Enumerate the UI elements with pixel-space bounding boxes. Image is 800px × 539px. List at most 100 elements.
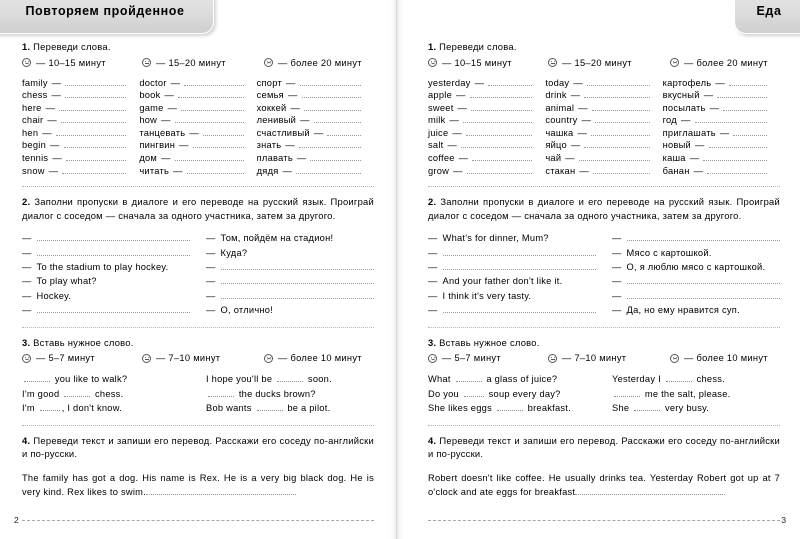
answer-blank[interactable] xyxy=(626,277,780,285)
answer-blank[interactable] xyxy=(442,306,596,314)
answer-writing-line[interactable] xyxy=(22,509,374,522)
smiley-happy-icon xyxy=(428,353,437,363)
answer-blank[interactable] xyxy=(299,79,361,86)
answer-blank[interactable] xyxy=(301,91,361,99)
answer-blank[interactable] xyxy=(36,234,190,242)
answer-blank[interactable] xyxy=(469,91,533,99)
answer-blank[interactable] xyxy=(463,116,533,124)
answer-blank[interactable] xyxy=(174,116,244,124)
answer-blank[interactable] xyxy=(327,129,361,136)
page-header: Повторяем пройденное xyxy=(0,0,396,40)
answer-blank[interactable] xyxy=(575,488,726,496)
fill-in-sentence: Do you soup every day? xyxy=(428,387,596,402)
answer-gap[interactable] xyxy=(455,375,482,383)
answer-blank[interactable] xyxy=(174,154,244,162)
answer-blank[interactable] xyxy=(626,292,780,299)
dash-separator: — xyxy=(313,127,324,138)
answer-gap[interactable] xyxy=(64,390,91,397)
answer-blank[interactable] xyxy=(591,104,650,111)
answer-blank[interactable] xyxy=(465,129,533,136)
dialogue-line: — Мясо с картошкой. xyxy=(612,246,780,260)
answer-blank[interactable] xyxy=(584,91,650,99)
answer-blank[interactable] xyxy=(313,116,361,124)
answer-blank[interactable] xyxy=(708,141,767,149)
answer-blank[interactable] xyxy=(65,154,127,162)
answer-blank[interactable] xyxy=(65,79,127,86)
answer-blank[interactable] xyxy=(578,154,650,162)
answer-blank[interactable] xyxy=(488,79,533,86)
answer-blank[interactable] xyxy=(717,91,767,99)
answer-blank[interactable] xyxy=(461,141,533,149)
word-term: book xyxy=(139,90,161,101)
answer-gap[interactable] xyxy=(614,390,640,397)
sentence-text: soon. xyxy=(305,374,332,385)
answer-blank[interactable] xyxy=(586,79,650,86)
legend-item: — более 20 минут xyxy=(670,58,768,68)
answer-blank[interactable] xyxy=(184,79,244,86)
word-row: ленивый — xyxy=(257,114,374,127)
answer-blank[interactable] xyxy=(591,129,650,136)
answer-blank[interactable] xyxy=(146,488,297,496)
answer-blank[interactable] xyxy=(60,116,127,124)
word-row: танцевать — xyxy=(139,127,256,140)
answer-blank[interactable] xyxy=(703,154,767,162)
answer-blank[interactable] xyxy=(707,167,767,174)
answer-blank[interactable] xyxy=(472,154,533,162)
answer-blank[interactable] xyxy=(186,167,244,174)
answer-blank[interactable] xyxy=(192,141,244,149)
answer-writing-line[interactable] xyxy=(428,509,780,522)
page-number: 2 xyxy=(14,515,19,525)
answer-gap[interactable] xyxy=(256,404,283,412)
answer-blank[interactable] xyxy=(694,116,767,124)
answer-blank[interactable] xyxy=(592,167,650,174)
answer-gap[interactable] xyxy=(665,375,692,383)
answer-blank[interactable] xyxy=(723,104,767,111)
task-3: 3. Вставь нужное слово. — 5–7 минут — 7–10… xyxy=(22,336,374,416)
answer-blank[interactable] xyxy=(471,104,533,111)
answer-gap[interactable] xyxy=(634,404,661,412)
answer-blank[interactable] xyxy=(442,263,596,271)
answer-blank[interactable] xyxy=(55,129,127,136)
answer-blank[interactable] xyxy=(36,249,190,256)
fill-in-column-right: I hope you'll be soon. the ducks brown? B… xyxy=(206,372,374,416)
task-heading: 3. Вставь нужное слово. xyxy=(428,336,780,350)
answer-blank[interactable] xyxy=(202,129,244,136)
answer-blank[interactable] xyxy=(59,104,127,111)
answer-blank[interactable] xyxy=(178,91,244,99)
answer-gap[interactable] xyxy=(496,404,523,412)
answer-blank[interactable] xyxy=(220,277,374,285)
answer-gap[interactable] xyxy=(39,404,60,412)
dash-separator: — xyxy=(428,262,438,273)
answer-blank[interactable] xyxy=(733,129,767,136)
word-column: yesterday — apple — sweet — milk — juice — salt — co… xyxy=(428,77,545,178)
answer-blank[interactable] xyxy=(181,104,244,111)
answer-gap[interactable] xyxy=(24,375,50,383)
answer-gap[interactable] xyxy=(277,375,304,383)
answer-blank[interactable] xyxy=(304,104,361,111)
answer-gap[interactable] xyxy=(463,390,484,397)
answer-blank[interactable] xyxy=(442,249,596,256)
answer-blank[interactable] xyxy=(310,154,361,162)
dash-separator: — xyxy=(428,276,438,287)
dialogue-text: Куда? xyxy=(220,247,248,258)
answer-blank[interactable] xyxy=(36,306,190,314)
smiley-sad-icon xyxy=(264,353,273,363)
answer-blank[interactable] xyxy=(220,263,374,271)
sentence-text: very busy. xyxy=(662,403,710,414)
answer-blank[interactable] xyxy=(626,234,780,242)
word-row: country — xyxy=(545,114,662,127)
answer-blank[interactable] xyxy=(298,141,361,149)
answer-blank[interactable] xyxy=(220,292,374,299)
answer-blank[interactable] xyxy=(62,167,127,174)
answer-blank[interactable] xyxy=(296,167,361,174)
answer-blank[interactable] xyxy=(63,141,127,149)
answer-blank[interactable] xyxy=(65,91,127,99)
answer-blank[interactable] xyxy=(595,116,650,124)
answer-blank[interactable] xyxy=(584,141,650,149)
answer-blank[interactable] xyxy=(466,167,533,174)
word-row: drink — xyxy=(545,89,662,102)
section-divider xyxy=(428,326,780,328)
answer-gap[interactable] xyxy=(208,390,234,397)
word-row: знать — xyxy=(257,139,374,152)
answer-blank[interactable] xyxy=(728,79,767,86)
